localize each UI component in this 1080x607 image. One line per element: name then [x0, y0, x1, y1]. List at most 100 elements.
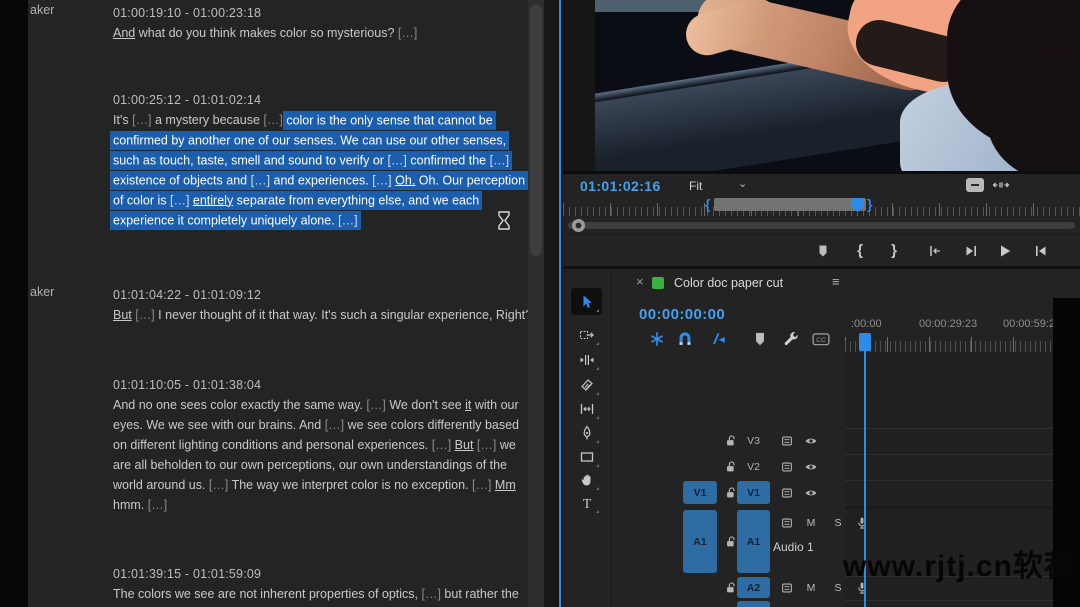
transcript-word[interactable]: […] — [263, 113, 282, 127]
selection-tool[interactable] — [571, 288, 602, 315]
segment-timecode[interactable]: 01:01:39:15 - 01:01:59:09 — [113, 564, 543, 584]
panel-focus-divider[interactable] — [559, 0, 561, 607]
transcript-line[interactable]: existence of objects and […] and experie… — [113, 170, 543, 190]
transcript-line[interactable]: such as touch, taste, smell and sound to… — [113, 150, 543, 170]
settings-icon[interactable] — [992, 177, 1010, 193]
segment-timecode[interactable]: 01:00:25:12 - 01:01:02:14 — [113, 90, 543, 110]
speaker-label[interactable]: aker — [30, 3, 100, 17]
ripple-edit-tool[interactable] — [571, 346, 602, 373]
sync-lock-icon[interactable] — [779, 433, 795, 449]
transcript-word[interactable]: […] — [366, 398, 385, 412]
transcript-word[interactable]: eyes. We we see with our brains. And — [113, 418, 325, 432]
transcript-word[interactable]: I never thought of it that way. It's suc… — [155, 308, 532, 322]
segment-timecode[interactable]: 01:00:19:10 - 01:00:23:18 — [113, 3, 543, 23]
transcript-word[interactable]: […] — [432, 438, 451, 452]
transcript-word[interactable]: But — [455, 438, 474, 452]
transcript-line[interactable]: The colors we see are not inherent prope… — [113, 584, 543, 604]
source-patch-a1[interactable]: A1 — [683, 510, 717, 573]
transcript-word[interactable]: We don't see — [386, 398, 465, 412]
transcript-word[interactable]: […] — [148, 498, 167, 512]
panel-menu-icon[interactable]: ≡ — [832, 274, 841, 289]
transcript-line[interactable]: of color is […] entirely separate from e… — [113, 190, 543, 210]
captions-button[interactable]: CC — [812, 330, 830, 348]
mic-icon[interactable] — [854, 515, 870, 531]
segment-timecode[interactable]: 01:01:10:05 - 01:01:38:04 — [113, 375, 543, 395]
speaker-label[interactable]: aker — [30, 285, 100, 299]
track-target-a1[interactable]: A1 — [737, 510, 770, 573]
source-patch-v1[interactable]: V1 — [683, 481, 717, 504]
eye-icon[interactable] — [803, 459, 819, 475]
track-target-a3[interactable]: A3 — [737, 601, 770, 607]
go-to-in-button[interactable] — [926, 242, 944, 260]
track-target-v1[interactable]: V1 — [737, 481, 770, 504]
sync-lock-icon[interactable] — [779, 515, 795, 531]
sync-lock-icon[interactable] — [779, 459, 795, 475]
snap-button[interactable] — [676, 330, 694, 348]
transcript-word[interactable]: […] — [372, 173, 391, 187]
transcript-word[interactable]: on different lighting conditions and per… — [113, 438, 432, 452]
transcript-word[interactable]: […] — [422, 587, 441, 601]
transcript-line[interactable]: But […] I never thought of it that way. … — [113, 305, 543, 325]
transcript-word[interactable]: The way we interpret color is no excepti… — [228, 478, 472, 492]
settings-wrench-button[interactable] — [782, 330, 800, 348]
scrollbar-thumb[interactable] — [530, 4, 542, 256]
playback-resolution-button[interactable] — [966, 178, 984, 192]
track-name-label[interactable]: Audio 1 — [773, 540, 814, 554]
transcript-word[interactable]: a mystery because — [152, 113, 264, 127]
monitor-scrollbar-knob[interactable] — [572, 219, 585, 232]
track-select-forward-tool[interactable] — [571, 321, 602, 348]
transcript-word[interactable]: and experiences. — [270, 173, 372, 187]
transcript-word[interactable]: are all beholden to our own perceptions,… — [113, 458, 507, 472]
zoom-fit-dropdown[interactable]: Fit — [689, 179, 702, 193]
highlighted-text[interactable]: color is the only sense that cannot be — [286, 110, 493, 130]
transcript-word[interactable]: we — [496, 438, 516, 452]
add-marker-button[interactable] — [814, 242, 832, 260]
transcript-word[interactable]: confirmed the — [407, 153, 490, 167]
transcript-word[interactable]: of color is — [113, 193, 170, 207]
step-back-button[interactable] — [962, 242, 980, 260]
transcript-word[interactable]: but rather the — [441, 587, 518, 601]
close-icon[interactable]: × — [636, 274, 644, 289]
transcript-word[interactable]: The colors we see are not inherent prope… — [113, 587, 422, 601]
mark-out-button[interactable]: } — [885, 242, 903, 260]
mark-in-handle[interactable]: { — [705, 196, 710, 212]
sequence-tab[interactable]: Color doc paper cut — [674, 276, 783, 290]
transcript-word[interactable]: […] — [387, 153, 406, 167]
transcript-word[interactable]: But — [113, 308, 132, 322]
slip-tool[interactable] — [571, 395, 602, 422]
transcript-word[interactable]: separate from everything else, and we ea… — [233, 193, 480, 207]
track-target-v2[interactable]: V2 — [737, 455, 770, 478]
transcript-line[interactable]: are all beholden to our own perceptions,… — [113, 455, 543, 475]
transcript-line[interactable]: hmm. […] — [113, 495, 543, 515]
highlighted-text[interactable]: of color is […] entirely separate from e… — [113, 190, 480, 210]
segment-timecode[interactable]: 01:01:04:22 - 01:01:09:12 — [113, 285, 543, 305]
transcript-word[interactable]: […] — [251, 173, 270, 187]
transcript-word[interactable]: confirmed by another one of our senses. … — [113, 133, 506, 147]
razor-tool[interactable] — [571, 371, 602, 398]
transcript-word[interactable]: we see colors differently based — [344, 418, 519, 432]
transcript-word[interactable]: […] — [132, 113, 151, 127]
transcript-word[interactable]: […] — [325, 418, 344, 432]
transcript-word[interactable]: entirely — [193, 193, 233, 207]
transcript-word[interactable]: It's — [113, 113, 132, 127]
sync-lock-icon[interactable] — [779, 485, 795, 501]
transcript-word[interactable]: Oh. Our perception — [415, 173, 525, 187]
transcript-word[interactable]: […] — [490, 153, 509, 167]
in-out-range-bar[interactable] — [714, 198, 866, 211]
transcript-panel[interactable]: aker aker 01:00:19:10 - 01:00:23:18 And w… — [28, 0, 545, 607]
transcript-word[interactable]: Oh. — [395, 173, 415, 187]
transcript-word[interactable]: such as touch, taste, smell and sound to… — [113, 153, 387, 167]
transcript-line[interactable]: on different lighting conditions and per… — [113, 435, 543, 455]
timeline-timecode[interactable]: 00:00:00:00 — [639, 306, 725, 323]
transcript-word[interactable]: […] — [472, 478, 491, 492]
transcript-word[interactable]: experience it completely uniquely alone. — [113, 213, 338, 227]
highlighted-text[interactable]: experience it completely uniquely alone.… — [113, 210, 358, 230]
transcript-line[interactable]: It's […] a mystery because […] color is … — [113, 110, 543, 130]
nest-button[interactable] — [648, 330, 666, 348]
transcript-line[interactable]: And no one sees color exactly the same w… — [113, 395, 543, 415]
transcript-word[interactable]: with our — [471, 398, 519, 412]
solo-button[interactable]: S — [830, 515, 846, 531]
pen-tool[interactable] — [571, 419, 602, 446]
transcript-line[interactable]: eyes. We we see with our brains. And […]… — [113, 415, 543, 435]
play-button[interactable] — [996, 242, 1014, 260]
